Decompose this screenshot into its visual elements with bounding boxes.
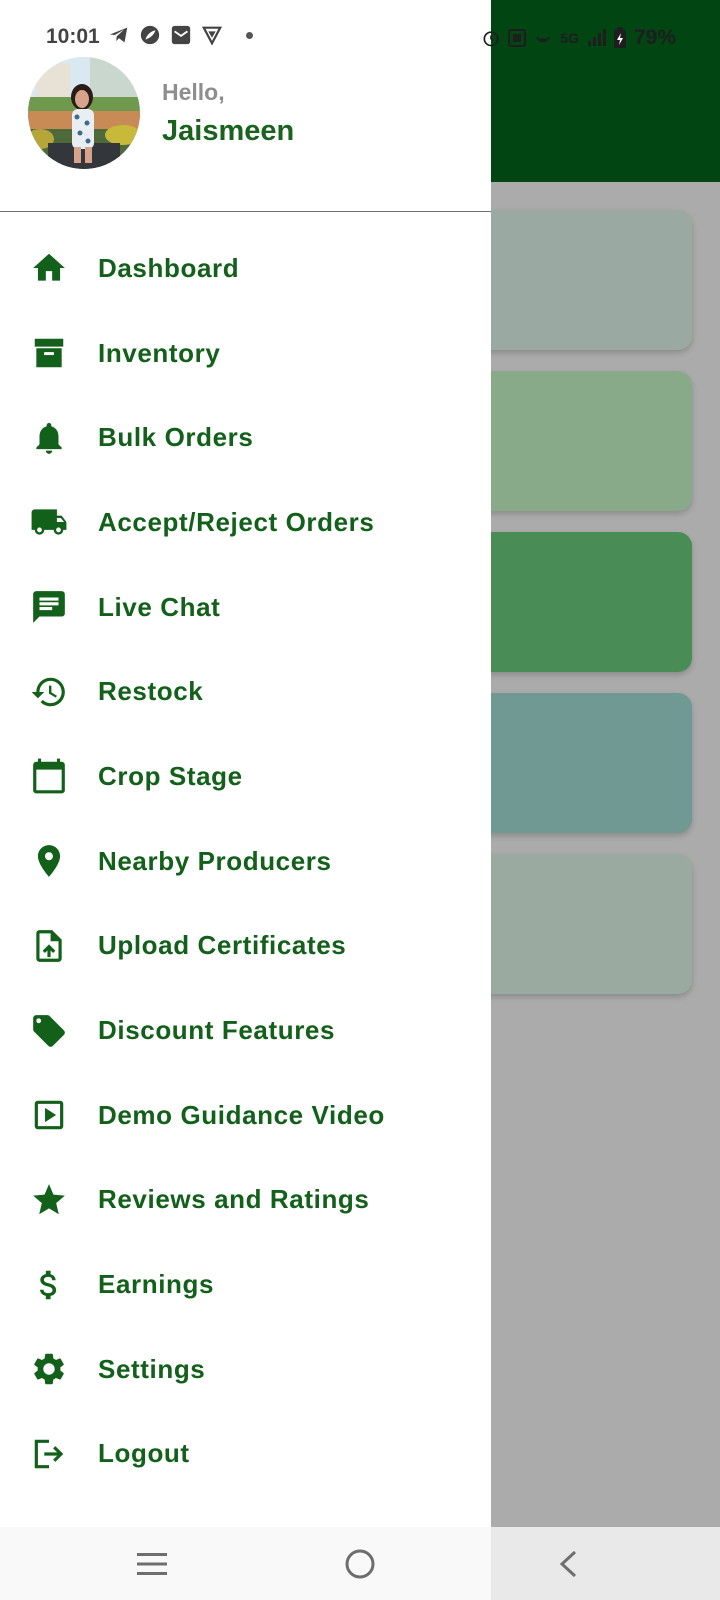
vpn-shield-icon [201, 26, 223, 46]
status-bar: 10:01 5G 79% [0, 0, 720, 76]
location-pin-icon [30, 842, 68, 880]
home-button[interactable] [337, 1541, 383, 1587]
menu-item-crop-stage[interactable]: Crop Stage [0, 734, 491, 819]
user-name: Jaismeen [162, 115, 295, 147]
calendar-icon [30, 757, 68, 795]
menu-item-label: Reviews and Ratings [98, 1184, 370, 1215]
menu-item-label: Nearby Producers [98, 845, 332, 876]
telegram-icon [109, 27, 128, 43]
hotspot-icon [536, 36, 551, 43]
menu-item-earnings[interactable]: Earnings [0, 1242, 491, 1327]
navigation-drawer: Hello, Jaismeen Dashboard Inventory Bulk… [0, 0, 491, 1527]
greeting-text: Hello, [162, 79, 225, 105]
more-notifications-dot [246, 31, 253, 39]
menu-item-label: Live Chat [98, 591, 221, 622]
menu-item-label: Logout [98, 1438, 190, 1469]
volte-icon [508, 29, 527, 47]
gear-icon [30, 1350, 68, 1388]
menu-item-demo-guidance-video[interactable]: Demo Guidance Video [0, 1073, 491, 1158]
menu-item-nearby-producers[interactable]: Nearby Producers [0, 819, 491, 904]
menu-item-live-chat[interactable]: Live Chat [0, 565, 491, 650]
menu-item-label: Settings [98, 1353, 206, 1384]
truck-icon [30, 503, 68, 541]
menu-item-label: Demo Guidance Video [98, 1099, 385, 1130]
menu-item-discount-features[interactable]: Discount Features [0, 988, 491, 1073]
file-upload-icon [30, 927, 68, 965]
bell-icon [30, 419, 68, 457]
archive-box-icon [30, 334, 68, 372]
menu-item-label: Bulk Orders [98, 422, 254, 453]
menu-item-accept-reject-orders[interactable]: Accept/Reject Orders [0, 480, 491, 565]
menu-item-logout[interactable]: Logout [0, 1412, 491, 1497]
menu-item-settings[interactable]: Settings [0, 1327, 491, 1412]
recent-apps-icon [137, 1553, 167, 1575]
menu-item-inventory[interactable]: Inventory [0, 311, 491, 396]
nav-bar-drawer-section [0, 1527, 491, 1600]
logout-icon [30, 1435, 68, 1473]
menu-item-label: Accept/Reject Orders [98, 506, 375, 537]
menu-item-label: Crop Stage [98, 760, 243, 791]
chat-icon [30, 588, 68, 626]
history-icon [30, 673, 68, 711]
network-type-label: 5G [560, 30, 579, 46]
drawer-menu: Dashboard Inventory Bulk Orders Accept/R… [0, 226, 491, 1496]
menu-item-dashboard[interactable]: Dashboard [0, 226, 491, 311]
alarm-icon [483, 31, 499, 47]
home-circle-icon [345, 1549, 375, 1579]
battery-charging-icon [613, 27, 626, 48]
recent-apps-button[interactable] [129, 1541, 175, 1587]
battery-percent: 79% [633, 26, 676, 49]
menu-item-label: Restock [98, 676, 204, 707]
leaf-app-icon [140, 25, 160, 45]
menu-item-label: Earnings [98, 1269, 215, 1300]
dollar-icon [30, 1266, 68, 1304]
star-icon [30, 1181, 68, 1219]
signal-icon [587, 29, 606, 46]
tag-icon [30, 1012, 68, 1050]
menu-item-restock[interactable]: Restock [0, 649, 491, 734]
back-button[interactable] [545, 1541, 591, 1587]
menu-item-upload-certificates[interactable]: Upload Certificates [0, 904, 491, 989]
back-chevron-icon [559, 1550, 577, 1578]
home-icon [30, 249, 68, 287]
menu-item-reviews-and-ratings[interactable]: Reviews and Ratings [0, 1158, 491, 1243]
system-nav-bar [0, 1527, 720, 1600]
mail-icon [171, 25, 191, 45]
system-status-icons: 5G 79% [481, 26, 676, 50]
play-video-icon [30, 1096, 68, 1134]
notification-icons [108, 24, 253, 46]
menu-item-label: Upload Certificates [98, 930, 347, 961]
menu-item-label: Inventory [98, 337, 221, 368]
menu-item-label: Dashboard [98, 252, 240, 283]
menu-item-label: Discount Features [98, 1015, 336, 1046]
menu-item-bulk-orders[interactable]: Bulk Orders [0, 395, 491, 480]
status-time: 10:01 [46, 25, 100, 48]
